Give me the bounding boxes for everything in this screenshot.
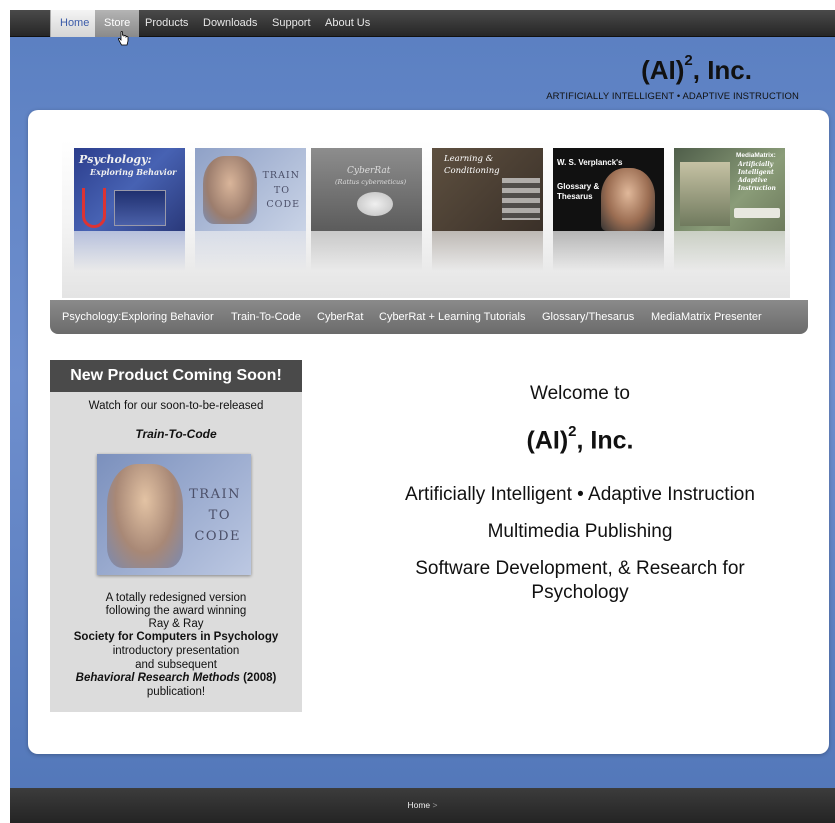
tab-downloads[interactable]: Downloads [194, 10, 266, 37]
cover-word: TO [273, 185, 290, 196]
product-link-train-to-code[interactable]: Train-To-Code [231, 300, 301, 334]
tab-about-us[interactable]: About Us [316, 10, 379, 37]
breadcrumb-separator: > [430, 800, 438, 810]
sidebar-text-line: Ray & Ray [148, 618, 204, 630]
cover-reflection [311, 231, 422, 271]
sidebar-text-line: and subsequent [135, 659, 217, 671]
cover-word: CODE [266, 199, 300, 210]
cover-title: MediaMatrix: [736, 152, 776, 159]
breadcrumb: Home > [10, 800, 835, 810]
product-link-psychology[interactable]: Psychology:Exploring Behavior [62, 300, 214, 334]
tab-support[interactable]: Support [263, 10, 320, 37]
sidebar-product-name[interactable]: Train-To-Code [50, 427, 302, 441]
footer: Home > [10, 788, 835, 823]
brand-tagline: ARTIFICIALLY INTELLIGENT • ADAPTIVE INST… [546, 91, 799, 102]
cover-glossary-thesarus[interactable]: W. S. Verplanck's Glossary & Thesarus [553, 148, 664, 231]
welcome-line: Psychology [531, 582, 629, 603]
photo-graphic [680, 162, 730, 226]
cover-title: CyberRat [347, 166, 391, 176]
sidebar-text-line: introductory presentation [112, 645, 240, 657]
cover-subtitle: Exploring Behavior [90, 167, 177, 177]
welcome-tagline: Artificially Intelligent • Adaptive Inst… [405, 484, 755, 505]
sidebar-text-line: following the award winning [105, 605, 247, 617]
product-link-mediamatrix[interactable]: MediaMatrix Presenter [651, 300, 762, 334]
cover-subtitle: Artificially [738, 161, 774, 168]
sidebar-text-line: A totally redesigned version [105, 592, 247, 604]
cover-title: Psychology: [79, 153, 152, 166]
cover-title: W. S. Verplanck's [557, 158, 623, 167]
cover-subtitle: (Rattus cyberneticus) [335, 178, 407, 186]
sidebar-intro: Watch for our soon-to-be-released [88, 400, 264, 412]
welcome-line: Software Development, & Research for [415, 558, 745, 579]
psi-symbol-icon [82, 188, 106, 228]
cover-reflection [674, 231, 785, 271]
product-link-glossary[interactable]: Glossary/Thesarus [542, 300, 634, 334]
cover-train-to-code[interactable]: TRAIN TO CODE [195, 148, 306, 231]
cover-subtitle: Conditioning [444, 166, 500, 176]
cover-subtitle: Adaptive [738, 177, 768, 184]
cover-mediamatrix[interactable]: MediaMatrix: Artificially Intelligent Ad… [674, 148, 785, 231]
journal-name: Behavioral Research Methods [75, 672, 240, 684]
cover-word: TRAIN [262, 170, 300, 181]
image-word: TRAIN [189, 487, 241, 502]
train-to-code-image[interactable]: TRAIN TO CODE [97, 454, 251, 575]
sidebar-text-line: Society for Computers in Psychology [73, 631, 279, 643]
cover-subtitle: Glossary & [557, 182, 600, 191]
product-link-cyberrat-learning[interactable]: CyberRat + Learning Tutorials [379, 300, 525, 334]
cover-subtitle: Instruction [738, 185, 776, 192]
cover-learning-conditioning[interactable]: Learning & Conditioning [432, 148, 543, 231]
menu-graphic [114, 190, 166, 226]
hand-cursor-icon [117, 31, 129, 46]
cover-title: Learning & [444, 154, 494, 164]
welcome-line: Multimedia Publishing [487, 521, 673, 542]
brand-name: (AI)2, Inc. [641, 52, 752, 85]
product-link-cyberrat[interactable]: CyberRat [317, 300, 363, 334]
tab-home[interactable]: Home [50, 10, 100, 37]
cover-cyberrat[interactable]: CyberRat (Rattus cyberneticus) [311, 148, 422, 231]
sidebar-heading: New Product Coming Soon! [50, 360, 302, 392]
portrait-photo [601, 168, 655, 231]
rat-icon [357, 192, 393, 216]
cover-psychology-exploring-behavior[interactable]: Psychology: Exploring Behavior [74, 148, 185, 231]
image-word: TO [208, 508, 231, 523]
sidebar-text-line: publication! [146, 686, 206, 698]
tab-products[interactable]: Products [136, 10, 197, 37]
welcome-company: (AI)2, Inc. [526, 423, 634, 455]
cover-subtitle: Thesarus [557, 192, 593, 201]
cover-reflection [74, 231, 185, 271]
cover-reflection [195, 231, 306, 271]
welcome-heading: Welcome to [530, 383, 630, 404]
menu-graphic [502, 178, 540, 220]
cover-reflection [553, 231, 664, 271]
sidebar-text-line: Behavioral Research Methods (2008) [50, 672, 302, 684]
top-nav: Home Store Products Downloads Support Ab… [10, 10, 835, 37]
product-nav: Psychology:Exploring Behavior Train-To-C… [50, 300, 808, 334]
child-photo [107, 464, 183, 568]
cover-subtitle: Intelligent [738, 169, 774, 176]
journal-year: (2008) [239, 672, 277, 684]
cover-reflection [432, 231, 543, 271]
image-word: CODE [194, 529, 241, 544]
breadcrumb-home[interactable]: Home [407, 800, 430, 810]
child-photo [203, 156, 257, 224]
cover-button-graphic [734, 208, 780, 218]
